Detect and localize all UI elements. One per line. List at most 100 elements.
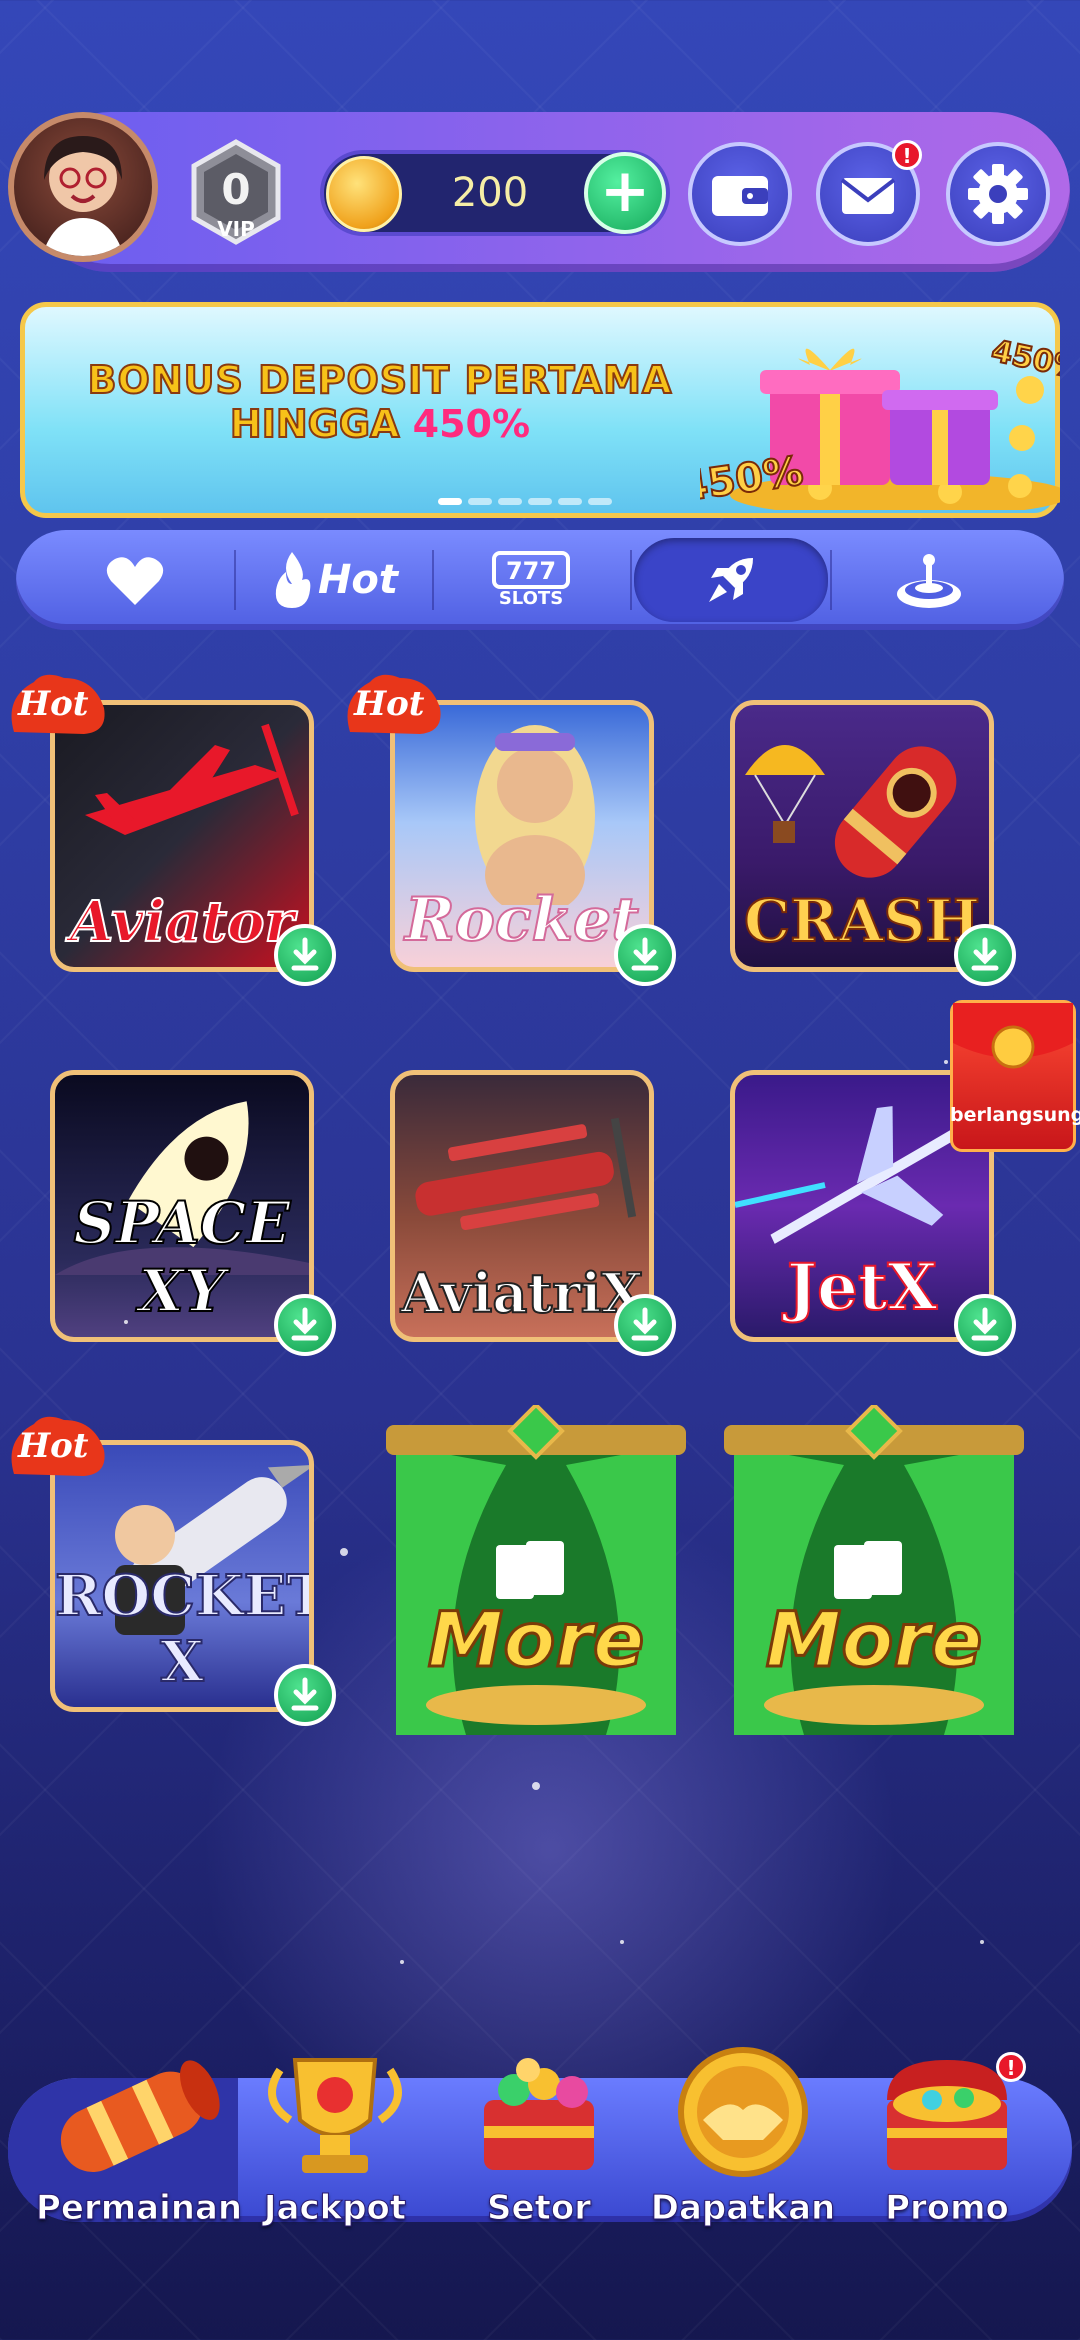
game-title: JetX (786, 1249, 938, 1326)
heart-icon (106, 557, 164, 605)
game-tile-space-xy[interactable]: SPACE XY (50, 1070, 314, 1342)
mail-notification-badge: ! (892, 140, 922, 170)
nav-label: Jackpot (263, 2188, 407, 2229)
gift-box-image: 450% 450% (676, 320, 1080, 517)
tab-slots-label: SLOTS (498, 588, 564, 609)
aviatrix-art (415, 1117, 637, 1231)
download-icon (631, 937, 659, 971)
avatar[interactable] (8, 112, 158, 262)
more-label: More (426, 1594, 646, 1686)
game-title: AviatriX (400, 1260, 644, 1326)
chest-deposit-icon (484, 2058, 594, 2170)
slot-777-icon: 777 (492, 551, 570, 589)
download-icon (291, 937, 319, 971)
pager-dot[interactable] (468, 498, 492, 505)
banner-percent: 450% (412, 402, 531, 446)
more-games-tile[interactable]: More (386, 1402, 686, 1745)
hot-tag: Hot (340, 668, 444, 738)
download-button[interactable] (614, 924, 676, 986)
sparkle (62, 696, 66, 700)
game-title: Aviator (69, 888, 295, 956)
pager-dot[interactable] (438, 498, 462, 505)
download-button[interactable] (274, 924, 336, 986)
pager-dot[interactable] (498, 498, 522, 505)
tab-slots[interactable]: 777 SLOTS (436, 530, 626, 630)
nav-label: Dapatkan (650, 2188, 836, 2229)
download-button[interactable] (954, 924, 1016, 986)
tab-divider (630, 550, 632, 610)
game-tile-rocket-queen[interactable]: Rocket (390, 700, 654, 972)
nav-setor[interactable]: Setor (444, 2040, 634, 2230)
banner-line1: BONUS DEPOSIT PERTAMA (87, 357, 673, 403)
download-button[interactable] (274, 1294, 336, 1356)
red-packet-label: berlangsung (950, 1104, 1080, 1126)
download-icon (971, 1307, 999, 1341)
download-button[interactable] (274, 1664, 336, 1726)
vip-badge[interactable]: 0 VIP (188, 138, 284, 246)
nav-label: Promo (885, 2188, 1010, 2229)
coin-icon (326, 156, 402, 232)
nav-dapatkan[interactable]: Dapatkan (648, 2040, 838, 2230)
crash-art (745, 745, 957, 878)
nav-jackpot[interactable]: Jackpot (240, 2040, 430, 2230)
banner-pager[interactable] (438, 490, 638, 505)
gear-icon (968, 164, 1028, 224)
tab-crash[interactable] (636, 530, 826, 630)
tab-hot-label: Hot (317, 557, 399, 603)
curtain-art (386, 1402, 686, 1735)
sparkle (124, 1320, 128, 1324)
rocket-icon (709, 558, 753, 602)
download-button[interactable] (954, 1294, 1016, 1356)
game-tile-aviator[interactable]: Aviator (50, 700, 314, 972)
sparkle (532, 1782, 540, 1790)
handshake-coin-icon (678, 2047, 808, 2177)
vip-level: 0 (221, 165, 250, 214)
svg-text:777: 777 (506, 557, 556, 585)
tab-table-games[interactable] (834, 530, 1024, 630)
add-coins-button[interactable]: + (584, 152, 666, 234)
red-packet-button[interactable] (950, 1000, 1076, 1152)
tab-favorite[interactable] (40, 530, 230, 630)
nav-permainan[interactable]: Permainan (36, 2040, 243, 2230)
coin-balance: 200 (451, 170, 529, 216)
game-title: SPACE XY (73, 1188, 292, 1326)
game-tile-aviatrix[interactable]: AviatriX (390, 1070, 654, 1342)
sparkle (340, 1548, 348, 1556)
game-title: Rocket (404, 884, 640, 956)
sparkle (400, 1960, 404, 1964)
pager-dot[interactable] (588, 498, 612, 505)
settings-button[interactable] (946, 142, 1050, 246)
tab-divider (432, 550, 434, 610)
hot-tag: Hot (4, 1410, 108, 1480)
banner-line2: HINGGA 450% (229, 401, 531, 447)
hot-tag-label: Hot (18, 1426, 89, 1466)
download-icon (631, 1307, 659, 1341)
wallet-icon (712, 176, 768, 216)
tab-divider (234, 550, 236, 610)
nav-label: Setor (487, 2188, 592, 2229)
sparkle (944, 1060, 948, 1064)
pager-dot[interactable] (558, 498, 582, 505)
hot-tag-label: Hot (18, 684, 89, 724)
hot-tag-label: Hot (354, 684, 425, 724)
promo-notification-badge: ! (996, 2052, 1026, 2082)
roulette-icon (897, 554, 961, 608)
pager-dot[interactable] (528, 498, 552, 505)
download-icon (971, 937, 999, 971)
tab-hot[interactable]: Hot (240, 530, 430, 630)
game-tile-crash[interactable]: CRASH (730, 700, 994, 972)
sparkle (980, 1940, 984, 1944)
sparkle (620, 1940, 624, 1944)
vip-label: VIP (217, 217, 255, 241)
wallet-button[interactable] (688, 142, 792, 246)
curtain-art (724, 1402, 1024, 1735)
more-label: More (764, 1594, 984, 1686)
hot-tag: Hot (4, 668, 108, 738)
games-cannon-icon (60, 2060, 220, 2172)
download-icon (291, 1307, 319, 1341)
trophy-icon (268, 2058, 402, 2173)
game-tile-rocket-x[interactable]: ROCKET X (50, 1440, 314, 1712)
flame-icon (275, 552, 311, 608)
more-games-tile[interactable]: More (724, 1402, 1024, 1745)
download-button[interactable] (614, 1294, 676, 1356)
